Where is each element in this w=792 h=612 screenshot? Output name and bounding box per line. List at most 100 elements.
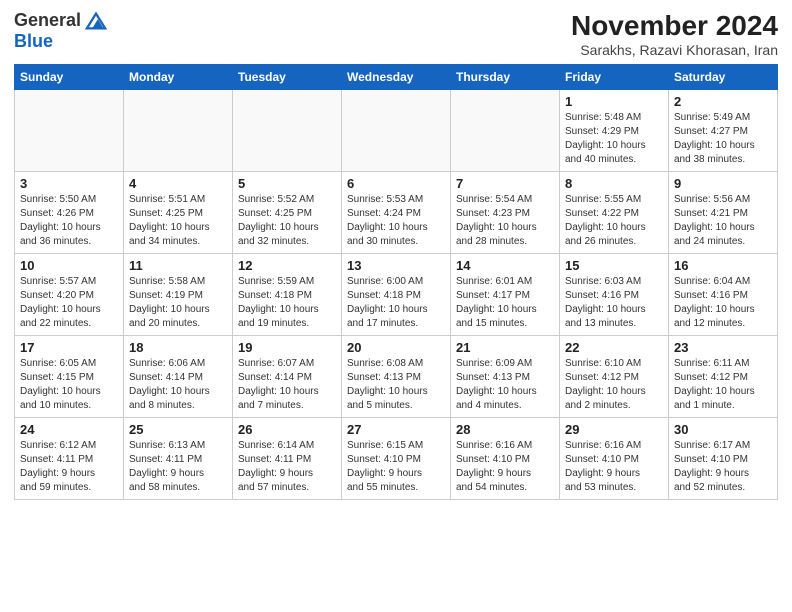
day-number: 8 (565, 176, 663, 191)
calendar-cell: 7 Sunrise: 5:54 AM Sunset: 4:23 PM Daylig… (451, 172, 560, 254)
calendar-cell (342, 90, 451, 172)
day-info: Sunrise: 6:09 AM Sunset: 4:13 PM Dayligh… (456, 357, 554, 413)
calendar-cell: 24 Sunrise: 6:12 AM Sunset: 4:11 PM Dayli… (15, 418, 124, 500)
calendar-cell: 29 Sunrise: 6:16 AM Sunset: 4:10 PM Dayli… (560, 418, 669, 500)
calendar-cell: 19 Sunrise: 6:07 AM Sunset: 4:14 PM Dayli… (233, 336, 342, 418)
day-info: Sunrise: 5:52 AM Sunset: 4:25 PM Dayligh… (238, 193, 336, 249)
day-info: Sunrise: 6:13 AM Sunset: 4:11 PM Dayligh… (129, 439, 227, 495)
calendar-cell: 3Sunrise: 5:50 AM Sunset: 4:26 PM Daylig… (15, 172, 124, 254)
week-row-1: 1 Sunrise: 5:48 AM Sunset: 4:29 PM Daylig… (15, 90, 778, 172)
day-number: 25 (129, 422, 227, 437)
month-title: November 2024 (571, 10, 778, 42)
day-info: Sunrise: 6:10 AM Sunset: 4:12 PM Dayligh… (565, 357, 663, 413)
day-number: 30 (674, 422, 772, 437)
day-number: 26 (238, 422, 336, 437)
day-info: Sunrise: 6:15 AM Sunset: 4:10 PM Dayligh… (347, 439, 445, 495)
calendar-cell: 9 Sunrise: 5:56 AM Sunset: 4:21 PM Daylig… (669, 172, 778, 254)
calendar-cell: 17 Sunrise: 6:05 AM Sunset: 4:15 PM Dayli… (15, 336, 124, 418)
day-number: 13 (347, 258, 445, 273)
calendar-cell: 2 Sunrise: 5:49 AM Sunset: 4:27 PM Daylig… (669, 90, 778, 172)
day-number: 24 (20, 422, 118, 437)
day-number: 19 (238, 340, 336, 355)
day-info: Sunrise: 6:16 AM Sunset: 4:10 PM Dayligh… (565, 439, 663, 495)
calendar-cell: 20 Sunrise: 6:08 AM Sunset: 4:13 PM Dayli… (342, 336, 451, 418)
calendar-cell: 22 Sunrise: 6:10 AM Sunset: 4:12 PM Dayli… (560, 336, 669, 418)
day-number: 22 (565, 340, 663, 355)
calendar-cell: 6Sunrise: 5:53 AM Sunset: 4:24 PM Daylig… (342, 172, 451, 254)
day-number: 11 (129, 258, 227, 273)
day-number: 12 (238, 258, 336, 273)
day-number: 27 (347, 422, 445, 437)
day-info: Sunrise: 6:05 AM Sunset: 4:15 PM Dayligh… (20, 357, 118, 413)
day-info: Sunrise: 6:01 AM Sunset: 4:17 PM Dayligh… (456, 275, 554, 331)
day-info: Sunrise: 6:16 AM Sunset: 4:10 PM Dayligh… (456, 439, 554, 495)
day-info: Sunrise: 5:48 AM Sunset: 4:29 PM Dayligh… (565, 111, 663, 167)
weekday-header-wednesday: Wednesday (342, 65, 451, 90)
calendar-cell: 14 Sunrise: 6:01 AM Sunset: 4:17 PM Dayli… (451, 254, 560, 336)
day-info: Sunrise: 5:49 AM Sunset: 4:27 PM Dayligh… (674, 111, 772, 167)
day-number: 5 (238, 176, 336, 191)
day-number: 14 (456, 258, 554, 273)
day-info: Sunrise: 6:03 AM Sunset: 4:16 PM Dayligh… (565, 275, 663, 331)
calendar-cell: 13 Sunrise: 6:00 AM Sunset: 4:18 PM Dayli… (342, 254, 451, 336)
calendar-cell: 21 Sunrise: 6:09 AM Sunset: 4:13 PM Dayli… (451, 336, 560, 418)
day-number: 16 (674, 258, 772, 273)
day-info: Sunrise: 6:06 AM Sunset: 4:14 PM Dayligh… (129, 357, 227, 413)
calendar-cell: 16 Sunrise: 6:04 AM Sunset: 4:16 PM Dayli… (669, 254, 778, 336)
calendar-cell: 12 Sunrise: 5:59 AM Sunset: 4:18 PM Dayli… (233, 254, 342, 336)
subtitle: Sarakhs, Razavi Khorasan, Iran (571, 42, 778, 58)
calendar-cell (15, 90, 124, 172)
header: General Blue November 2024 Sarakhs, Raza… (14, 10, 778, 58)
day-info: Sunrise: 5:53 AM Sunset: 4:24 PM Dayligh… (347, 193, 445, 249)
day-info: Sunrise: 6:04 AM Sunset: 4:16 PM Dayligh… (674, 275, 772, 331)
day-number: 7 (456, 176, 554, 191)
calendar-cell: 23Sunrise: 6:11 AM Sunset: 4:12 PM Dayli… (669, 336, 778, 418)
calendar-cell: 27 Sunrise: 6:15 AM Sunset: 4:10 PM Dayli… (342, 418, 451, 500)
day-number: 10 (20, 258, 118, 273)
calendar-cell: 30 Sunrise: 6:17 AM Sunset: 4:10 PM Dayli… (669, 418, 778, 500)
calendar-cell: 5 Sunrise: 5:52 AM Sunset: 4:25 PM Daylig… (233, 172, 342, 254)
day-number: 28 (456, 422, 554, 437)
day-info: Sunrise: 5:57 AM Sunset: 4:20 PM Dayligh… (20, 275, 118, 331)
calendar-cell: 10 Sunrise: 5:57 AM Sunset: 4:20 PM Dayli… (15, 254, 124, 336)
day-number: 17 (20, 340, 118, 355)
weekday-header-friday: Friday (560, 65, 669, 90)
title-block: November 2024 Sarakhs, Razavi Khorasan, … (571, 10, 778, 58)
day-number: 4 (129, 176, 227, 191)
calendar-cell: 15 Sunrise: 6:03 AM Sunset: 4:16 PM Dayli… (560, 254, 669, 336)
day-info: Sunrise: 6:00 AM Sunset: 4:18 PM Dayligh… (347, 275, 445, 331)
day-number: 15 (565, 258, 663, 273)
calendar-cell (233, 90, 342, 172)
calendar-cell (451, 90, 560, 172)
day-number: 21 (456, 340, 554, 355)
day-number: 2 (674, 94, 772, 109)
day-info: Sunrise: 6:11 AM Sunset: 4:12 PM Dayligh… (674, 357, 772, 413)
calendar-container: General Blue November 2024 Sarakhs, Raza… (0, 0, 792, 612)
day-info: Sunrise: 5:50 AM Sunset: 4:26 PM Dayligh… (20, 193, 118, 249)
day-number: 18 (129, 340, 227, 355)
day-number: 9 (674, 176, 772, 191)
weekday-header-row: SundayMondayTuesdayWednesdayThursdayFrid… (15, 65, 778, 90)
weekday-header-tuesday: Tuesday (233, 65, 342, 90)
day-number: 1 (565, 94, 663, 109)
week-row-3: 10 Sunrise: 5:57 AM Sunset: 4:20 PM Dayli… (15, 254, 778, 336)
day-number: 29 (565, 422, 663, 437)
day-info: Sunrise: 6:17 AM Sunset: 4:10 PM Dayligh… (674, 439, 772, 495)
day-info: Sunrise: 6:07 AM Sunset: 4:14 PM Dayligh… (238, 357, 336, 413)
weekday-header-thursday: Thursday (451, 65, 560, 90)
day-info: Sunrise: 5:56 AM Sunset: 4:21 PM Dayligh… (674, 193, 772, 249)
weekday-header-saturday: Saturday (669, 65, 778, 90)
day-info: Sunrise: 5:54 AM Sunset: 4:23 PM Dayligh… (456, 193, 554, 249)
day-info: Sunrise: 5:59 AM Sunset: 4:18 PM Dayligh… (238, 275, 336, 331)
calendar-cell: 4Sunrise: 5:51 AM Sunset: 4:25 PM Daylig… (124, 172, 233, 254)
day-info: Sunrise: 6:08 AM Sunset: 4:13 PM Dayligh… (347, 357, 445, 413)
logo: General Blue (14, 10, 107, 52)
week-row-5: 24 Sunrise: 6:12 AM Sunset: 4:11 PM Dayli… (15, 418, 778, 500)
day-info: Sunrise: 5:58 AM Sunset: 4:19 PM Dayligh… (129, 275, 227, 331)
day-info: Sunrise: 5:55 AM Sunset: 4:22 PM Dayligh… (565, 193, 663, 249)
day-info: Sunrise: 6:12 AM Sunset: 4:11 PM Dayligh… (20, 439, 118, 495)
day-number: 20 (347, 340, 445, 355)
weekday-header-sunday: Sunday (15, 65, 124, 90)
calendar-cell (124, 90, 233, 172)
calendar-cell: 28 Sunrise: 6:16 AM Sunset: 4:10 PM Dayli… (451, 418, 560, 500)
